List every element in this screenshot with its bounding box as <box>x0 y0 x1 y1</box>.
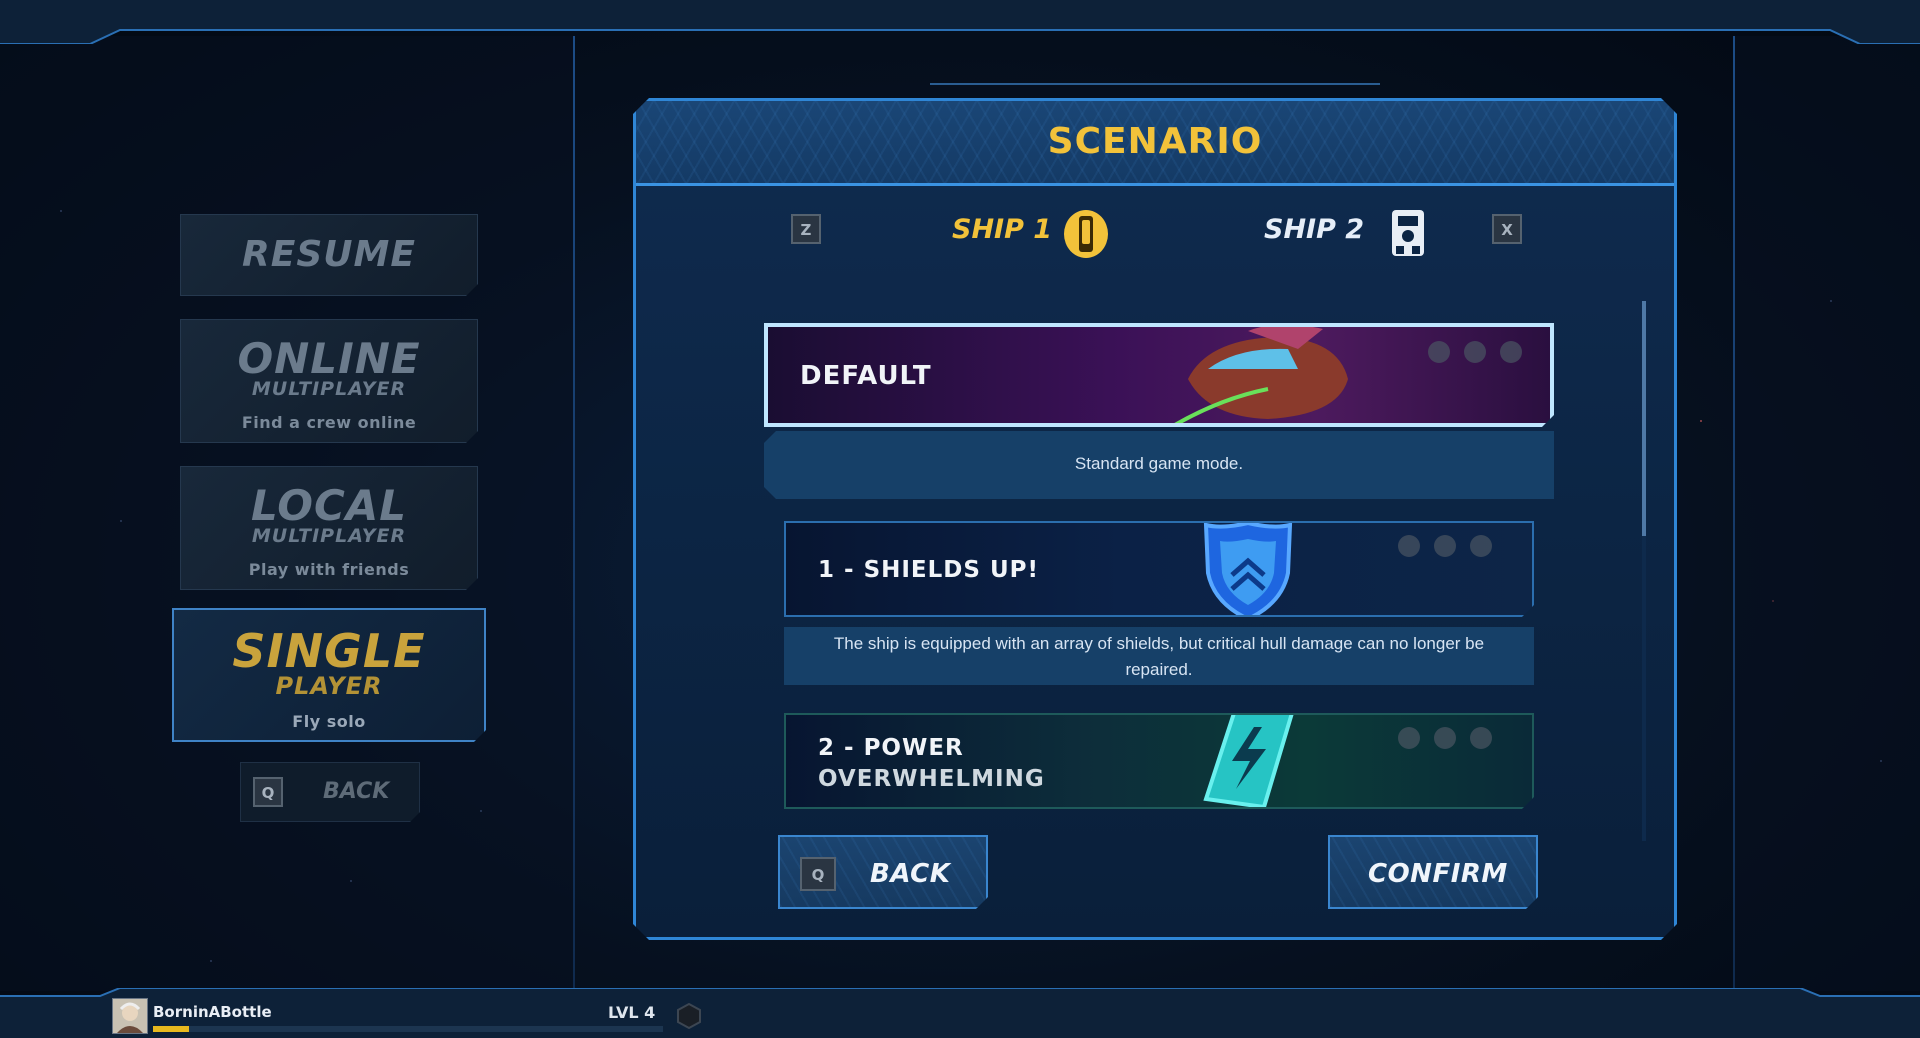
player-avatar[interactable] <box>112 998 148 1034</box>
scenario-default-description: Standard game mode. <box>764 431 1554 499</box>
dialog-back-button[interactable]: Q BACK <box>778 835 988 909</box>
single-player-button[interactable]: SINGLE PLAYER Fly solo <box>172 608 486 742</box>
easy-face-icon <box>1398 535 1420 557</box>
q-key-icon: Q <box>253 777 283 807</box>
right-panel <box>1735 36 1920 991</box>
menu-back-label: BACK <box>323 779 390 804</box>
shields-difficulty-icons <box>1398 535 1492 557</box>
single-hint: Fly solo <box>292 712 366 731</box>
scenario-dialog: SCENARIO Z SHIP 1 SHIP 2 X DEFAULT Stand… <box>633 98 1677 940</box>
xp-progress-bar <box>153 1026 663 1032</box>
scenario-shields-title: 1 - SHIELDS UP! <box>818 557 1039 583</box>
hard-face-icon <box>1470 727 1492 749</box>
player-level: LVL 4 <box>608 1003 656 1022</box>
local-multiplayer-button[interactable]: LOCAL MULTIPLAYER Play with friends <box>180 466 478 590</box>
resume-button[interactable]: RESUME <box>180 214 478 296</box>
ship-2-badge-icon <box>1388 206 1428 260</box>
prev-ship-key[interactable]: Z <box>791 214 821 244</box>
ship-1-tab[interactable]: SHIP 1 <box>952 214 1052 245</box>
scrollbar-thumb[interactable] <box>1642 301 1646 536</box>
easy-face-icon <box>1428 341 1450 363</box>
scenario-default-title: DEFAULT <box>800 361 932 391</box>
scenario-power-title: 2 - POWER OVERWHELMING <box>818 733 1045 795</box>
hard-face-icon <box>1500 341 1522 363</box>
medium-face-icon <box>1434 727 1456 749</box>
player-name: BorninABottle <box>153 1003 272 1021</box>
scenario-shields-description: The ship is equipped with an array of sh… <box>784 627 1534 685</box>
local-label: LOCAL <box>250 481 408 530</box>
menu-back-button[interactable]: Q BACK <box>240 762 420 822</box>
scenario-power-title-line1: 2 - POWER <box>818 735 964 761</box>
ship-1-badge-icon <box>1060 206 1112 260</box>
online-multiplayer-button[interactable]: ONLINE MULTIPLAYER Find a crew online <box>180 319 478 443</box>
ship-selector: Z SHIP 1 SHIP 2 X <box>636 206 1674 266</box>
medium-face-icon <box>1464 341 1486 363</box>
right-divider <box>1733 36 1735 991</box>
online-label: ONLINE <box>237 334 421 383</box>
scenario-power-title-line2: OVERWHELMING <box>818 766 1045 792</box>
dialog-header: SCENARIO <box>636 101 1674 186</box>
local-hint: Play with friends <box>248 560 410 579</box>
scenario-scrollbar[interactable] <box>1642 301 1646 841</box>
power-difficulty-icons <box>1398 727 1492 749</box>
dialog-back-label: BACK <box>870 859 951 889</box>
scenario-default-card[interactable]: DEFAULT <box>764 323 1554 427</box>
resume-label: RESUME <box>242 234 416 275</box>
rank-hex-icon <box>677 1003 701 1029</box>
shield-icon <box>1196 521 1300 617</box>
confirm-label: CONFIRM <box>1368 859 1508 889</box>
online-hint: Find a crew online <box>241 413 417 432</box>
confirm-button[interactable]: CONFIRM <box>1328 835 1538 909</box>
lightning-card-icon <box>1196 713 1300 809</box>
avatar-face-icon <box>117 1002 143 1033</box>
ship-2-tab[interactable]: SHIP 2 <box>1264 214 1364 245</box>
q-key-icon: Q <box>800 857 836 891</box>
top-frame <box>0 0 1920 44</box>
dialog-title: SCENARIO <box>1047 121 1263 162</box>
single-label: SINGLE <box>232 624 426 678</box>
medium-face-icon <box>1434 535 1456 557</box>
starship-image <box>1148 323 1358 427</box>
default-difficulty-icons <box>1428 341 1522 363</box>
hard-face-icon <box>1470 535 1492 557</box>
left-divider <box>573 36 575 991</box>
easy-face-icon <box>1398 727 1420 749</box>
single-sub-label: PLAYER <box>275 672 383 700</box>
xp-progress-fill <box>153 1026 189 1032</box>
online-sub-label: MULTIPLAYER <box>251 378 407 400</box>
scenario-shields-card[interactable]: 1 - SHIELDS UP! <box>784 521 1534 617</box>
local-sub-label: MULTIPLAYER <box>251 525 407 547</box>
next-ship-key[interactable]: X <box>1492 214 1522 244</box>
top-glow-line <box>930 83 1380 85</box>
scenario-power-card[interactable]: 2 - POWER OVERWHELMING <box>784 713 1534 809</box>
